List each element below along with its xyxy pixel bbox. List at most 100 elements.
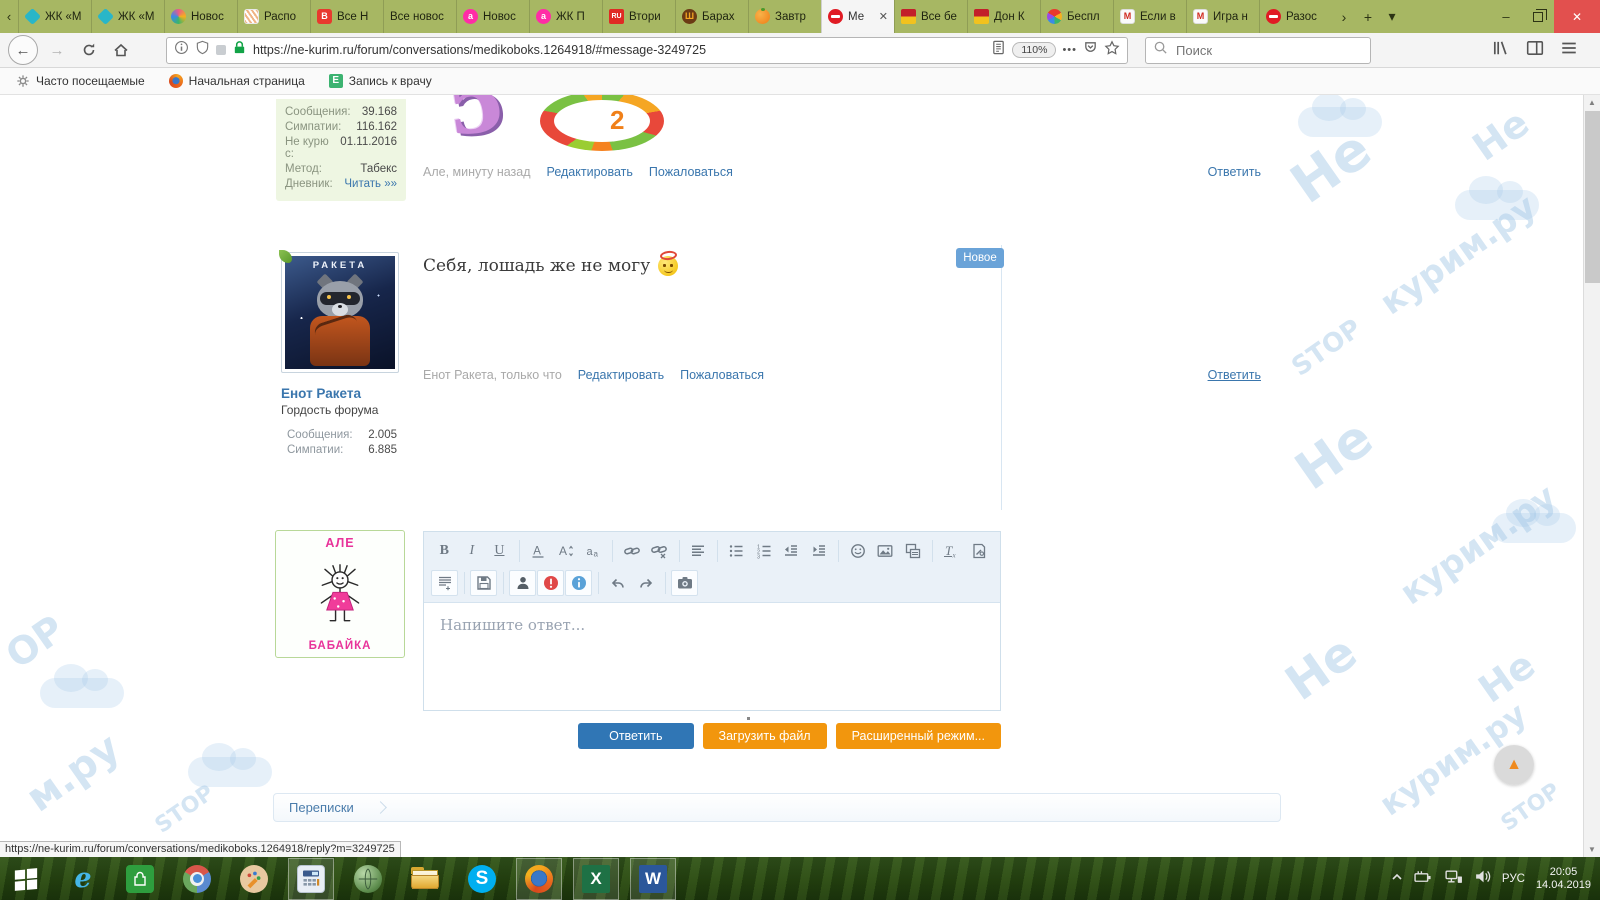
tab[interactable]: Новос bbox=[164, 0, 237, 33]
taskbar-paint-icon[interactable] bbox=[232, 859, 276, 899]
redo-icon[interactable] bbox=[632, 570, 659, 596]
tab-active[interactable]: Ме ✕ bbox=[821, 0, 894, 33]
taskbar-firefox-icon[interactable] bbox=[516, 857, 562, 900]
info-icon[interactable] bbox=[565, 570, 592, 596]
link-icon[interactable] bbox=[618, 538, 645, 564]
bookmark-star-icon[interactable] bbox=[1104, 39, 1120, 61]
taskbar-globe-icon[interactable] bbox=[346, 859, 390, 899]
gallery-icon[interactable] bbox=[899, 538, 926, 564]
lock-icon[interactable] bbox=[232, 40, 247, 60]
text-color-icon[interactable]: A bbox=[525, 538, 552, 564]
tab[interactable]: Все бе bbox=[894, 0, 967, 33]
taskbar-explorer-icon[interactable] bbox=[403, 859, 447, 899]
tab-close-icon[interactable]: ✕ bbox=[879, 10, 888, 23]
advanced-mode-button[interactable]: Расширенный режим... bbox=[835, 723, 1001, 749]
scroll-to-top-button[interactable]: ▲ bbox=[1494, 745, 1534, 785]
bookmark-item[interactable]: Часто посещаемые bbox=[16, 74, 145, 88]
tab[interactable]: Все новос bbox=[383, 0, 456, 33]
pocket-icon[interactable] bbox=[1083, 40, 1098, 60]
message2-username[interactable]: Енот Ракета bbox=[281, 386, 361, 401]
search-bar[interactable] bbox=[1145, 36, 1371, 64]
tab-scroll-right-icon[interactable]: › bbox=[1332, 0, 1356, 33]
tracking-protection-icon[interactable] bbox=[195, 40, 210, 60]
outdent-icon[interactable] bbox=[778, 538, 805, 564]
tab[interactable]: М Игра н bbox=[1186, 0, 1259, 33]
reply-textarea[interactable]: Напишите ответ... bbox=[424, 603, 1000, 647]
resize-handle[interactable] bbox=[747, 717, 750, 720]
tab[interactable]: Завтр bbox=[748, 0, 821, 33]
message2-edit-link[interactable]: Редактировать bbox=[578, 368, 664, 382]
tab-scroll-left-icon[interactable]: ‹ bbox=[0, 0, 18, 33]
message2-author-time[interactable]: Енот Ракета, только что bbox=[423, 368, 562, 382]
page-actions-icon[interactable]: ••• bbox=[1062, 44, 1077, 56]
template-icon[interactable] bbox=[966, 538, 993, 564]
tab[interactable]: М Если в bbox=[1113, 0, 1186, 33]
list-tabs-icon[interactable]: ▾ bbox=[1380, 0, 1404, 33]
taskbar-word-icon[interactable]: W bbox=[630, 857, 676, 900]
minimize-button[interactable]: – bbox=[1490, 0, 1522, 33]
address-bar[interactable]: https://ne-kurim.ru/forum/conversations/… bbox=[166, 36, 1128, 64]
taskbar-ie-icon[interactable]: e bbox=[61, 859, 105, 899]
bookmark-item[interactable]: E Запись к врачу bbox=[328, 74, 432, 88]
upload-file-button[interactable]: Загрузить файл bbox=[702, 723, 827, 749]
battery-icon[interactable] bbox=[1414, 869, 1433, 889]
tab[interactable]: a Новос bbox=[456, 0, 529, 33]
message2-report-link[interactable]: Пожаловаться bbox=[680, 368, 764, 382]
taskbar-store-icon[interactable] bbox=[118, 859, 162, 899]
forward-button[interactable]: → bbox=[44, 37, 70, 63]
stat-value[interactable]: Читать »» bbox=[344, 178, 397, 190]
language-indicator[interactable]: РУС bbox=[1502, 873, 1525, 885]
tab[interactable]: Распо bbox=[237, 0, 310, 33]
tab[interactable]: В Все Н bbox=[310, 0, 383, 33]
drafts-icon[interactable] bbox=[431, 570, 458, 596]
volume-icon[interactable] bbox=[1474, 869, 1491, 889]
tab[interactable]: ЖК «М bbox=[91, 0, 164, 33]
message1-reply-link[interactable]: Ответить bbox=[1208, 165, 1261, 179]
unlink-icon[interactable] bbox=[646, 538, 673, 564]
align-icon[interactable] bbox=[685, 538, 712, 564]
font-size-icon[interactable]: A bbox=[552, 538, 579, 564]
message1-edit-link[interactable]: Редактировать bbox=[547, 165, 633, 179]
back-button[interactable]: ← bbox=[8, 35, 38, 65]
save-icon[interactable] bbox=[470, 570, 497, 596]
list-bullet-icon[interactable] bbox=[723, 538, 750, 564]
list-number-icon[interactable]: 123 bbox=[751, 538, 778, 564]
message2-avatar[interactable]: РАКЕТА bbox=[279, 250, 399, 373]
menu-icon[interactable] bbox=[1560, 39, 1578, 62]
error-icon[interactable] bbox=[537, 570, 564, 596]
undo-icon[interactable] bbox=[604, 570, 631, 596]
tray-chevron-icon[interactable] bbox=[1391, 870, 1403, 888]
bookmark-item[interactable]: Начальная страница bbox=[168, 74, 305, 88]
image-icon[interactable] bbox=[872, 538, 899, 564]
home-button[interactable] bbox=[108, 37, 134, 63]
tab[interactable]: Дон К bbox=[967, 0, 1040, 33]
network-icon[interactable] bbox=[1444, 869, 1463, 889]
new-tab-button[interactable]: + bbox=[1356, 0, 1380, 33]
zoom-level-badge[interactable]: 110% bbox=[1012, 42, 1057, 58]
italic-icon[interactable]: I bbox=[459, 538, 486, 564]
tab[interactable]: Ш Барах bbox=[675, 0, 748, 33]
indent-icon[interactable] bbox=[806, 538, 833, 564]
search-input[interactable] bbox=[1174, 41, 1363, 59]
tab[interactable]: Беспл bbox=[1040, 0, 1113, 33]
tab[interactable]: a ЖК П bbox=[529, 0, 602, 33]
scrollbar-up-icon[interactable]: ▲ bbox=[1584, 95, 1600, 110]
restore-button[interactable] bbox=[1522, 0, 1554, 33]
page-scrollbar[interactable]: ▲ ▼ bbox=[1583, 95, 1600, 857]
smiley-icon[interactable] bbox=[844, 538, 871, 564]
taskbar-start-icon[interactable] bbox=[4, 859, 48, 899]
message1-report-link[interactable]: Пожаловаться bbox=[649, 165, 733, 179]
reply-editor[interactable]: BIU A Aaa 123 Tx Напишите ответ... bbox=[423, 531, 1001, 711]
camera-icon[interactable] bbox=[671, 570, 698, 596]
taskbar-calculator-icon[interactable] bbox=[288, 857, 334, 900]
taskbar-chrome-icon[interactable] bbox=[175, 859, 219, 899]
tab[interactable]: ЖК «М bbox=[18, 0, 91, 33]
reader-mode-icon[interactable] bbox=[991, 40, 1006, 60]
taskbar-skype-icon[interactable]: S bbox=[460, 859, 504, 899]
scrollbar-down-icon[interactable]: ▼ bbox=[1584, 842, 1600, 857]
user-icon[interactable] bbox=[509, 570, 536, 596]
bold-icon[interactable]: B bbox=[431, 538, 458, 564]
font-family-icon[interactable]: aa bbox=[580, 538, 607, 564]
underline-icon[interactable]: U bbox=[486, 538, 513, 564]
sidebar-icon[interactable] bbox=[1526, 39, 1544, 62]
